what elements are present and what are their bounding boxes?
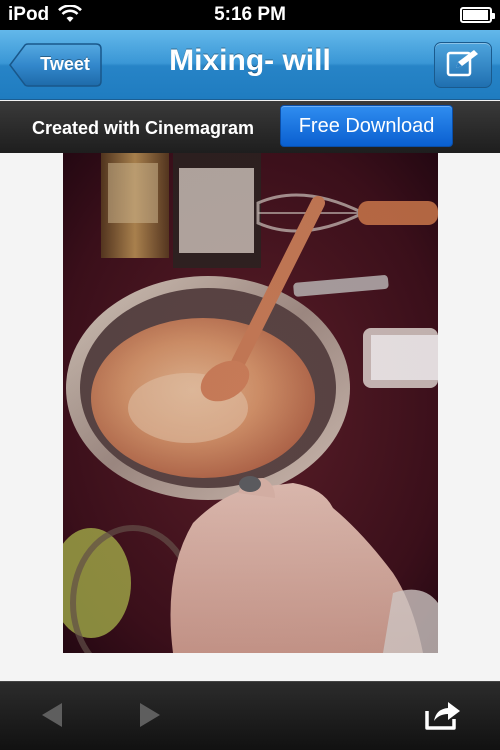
share-icon xyxy=(424,699,462,736)
promo-text: Created with Cinemagram xyxy=(32,118,255,138)
content-area xyxy=(0,153,500,681)
promo-bar: Created with Cinemagram Free Download xyxy=(0,101,500,153)
bottom-toolbar xyxy=(0,681,500,750)
compose-icon xyxy=(446,48,480,83)
battery-icon xyxy=(460,7,495,23)
page-title: Mixing- will xyxy=(169,44,331,77)
navigation-bar: Tweet Mixing- will xyxy=(0,30,500,100)
cinemagram-photo[interactable] xyxy=(63,153,438,653)
forward-nav-button[interactable] xyxy=(130,700,170,734)
photo-image xyxy=(63,153,438,653)
back-nav-button[interactable] xyxy=(32,700,72,734)
tweet-back-button[interactable]: Tweet xyxy=(8,43,103,87)
arrow-left-icon xyxy=(40,702,64,733)
clock: 5:16 PM xyxy=(214,4,286,25)
share-button[interactable] xyxy=(423,700,463,734)
compose-button[interactable] xyxy=(434,42,492,88)
tweet-back-label: Tweet xyxy=(40,54,90,74)
free-download-label: Free Download xyxy=(298,114,435,137)
free-download-button[interactable]: Free Download xyxy=(280,105,453,147)
status-bar: iPod 5:16 PM xyxy=(0,0,500,30)
arrow-right-icon xyxy=(138,702,162,733)
